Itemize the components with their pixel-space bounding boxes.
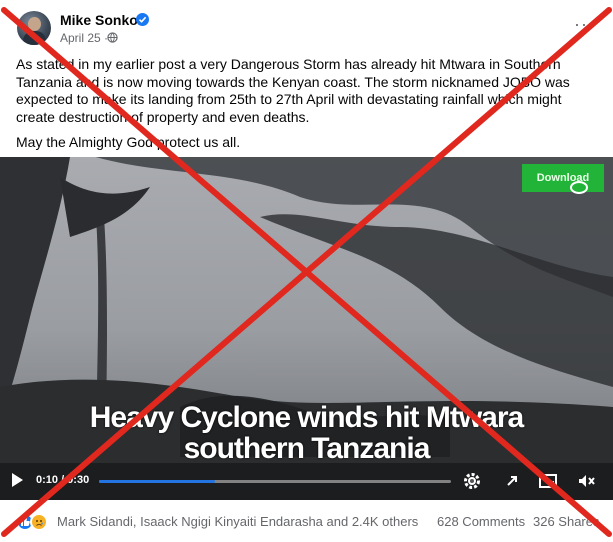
picture-in-picture-icon[interactable] bbox=[538, 471, 558, 491]
video-time: 0:10 / 0:30 bbox=[36, 474, 90, 486]
avatar-head bbox=[28, 17, 41, 31]
video-controls: 0:10 / 0:30 bbox=[0, 463, 613, 500]
eye-icon bbox=[570, 181, 588, 194]
expand-icon[interactable] bbox=[502, 471, 522, 491]
avatar-body bbox=[23, 31, 46, 45]
progress-fill bbox=[99, 480, 216, 483]
video-caption: Heavy Cyclone winds hit Mtwara southern … bbox=[0, 402, 613, 464]
post-paragraph: May the Almighty God protect us all. bbox=[16, 134, 241, 150]
settings-gear-icon[interactable] bbox=[462, 471, 482, 491]
reaction-icons[interactable] bbox=[16, 513, 52, 531]
reaction-summary[interactable]: Mark Sidandi, Isaack Ngigi Kinyaiti Enda… bbox=[57, 514, 418, 529]
caption-line: southern Tanzania bbox=[183, 432, 431, 465]
avatar[interactable] bbox=[17, 11, 51, 45]
verified-badge-icon bbox=[136, 13, 149, 26]
post-header: Mike Sonko. April 25 · ··· bbox=[0, 0, 613, 52]
comments-count[interactable]: 628 Comments bbox=[437, 514, 525, 529]
post-footer: Mark Sidandi, Isaack Ngigi Kinyaiti Enda… bbox=[0, 505, 613, 537]
play-icon[interactable] bbox=[12, 473, 23, 487]
mute-icon[interactable] bbox=[576, 471, 596, 491]
download-button[interactable]: Download bbox=[522, 164, 604, 194]
globe-icon bbox=[107, 32, 118, 43]
more-options-button[interactable]: ··· bbox=[574, 14, 595, 35]
caption-line: Heavy Cyclone winds hit Mtwara bbox=[89, 401, 524, 434]
shares-count[interactable]: 326 Shares bbox=[533, 514, 600, 529]
post-date[interactable]: April 25 · bbox=[60, 31, 108, 45]
post-paragraph: As stated in my earlier post a very Dang… bbox=[16, 56, 570, 125]
progress-bar[interactable] bbox=[99, 480, 451, 483]
sad-reaction-icon bbox=[30, 513, 48, 531]
author-name[interactable]: Mike Sonko. bbox=[60, 12, 142, 28]
post-body: As stated in my earlier post a very Dang… bbox=[16, 56, 600, 160]
